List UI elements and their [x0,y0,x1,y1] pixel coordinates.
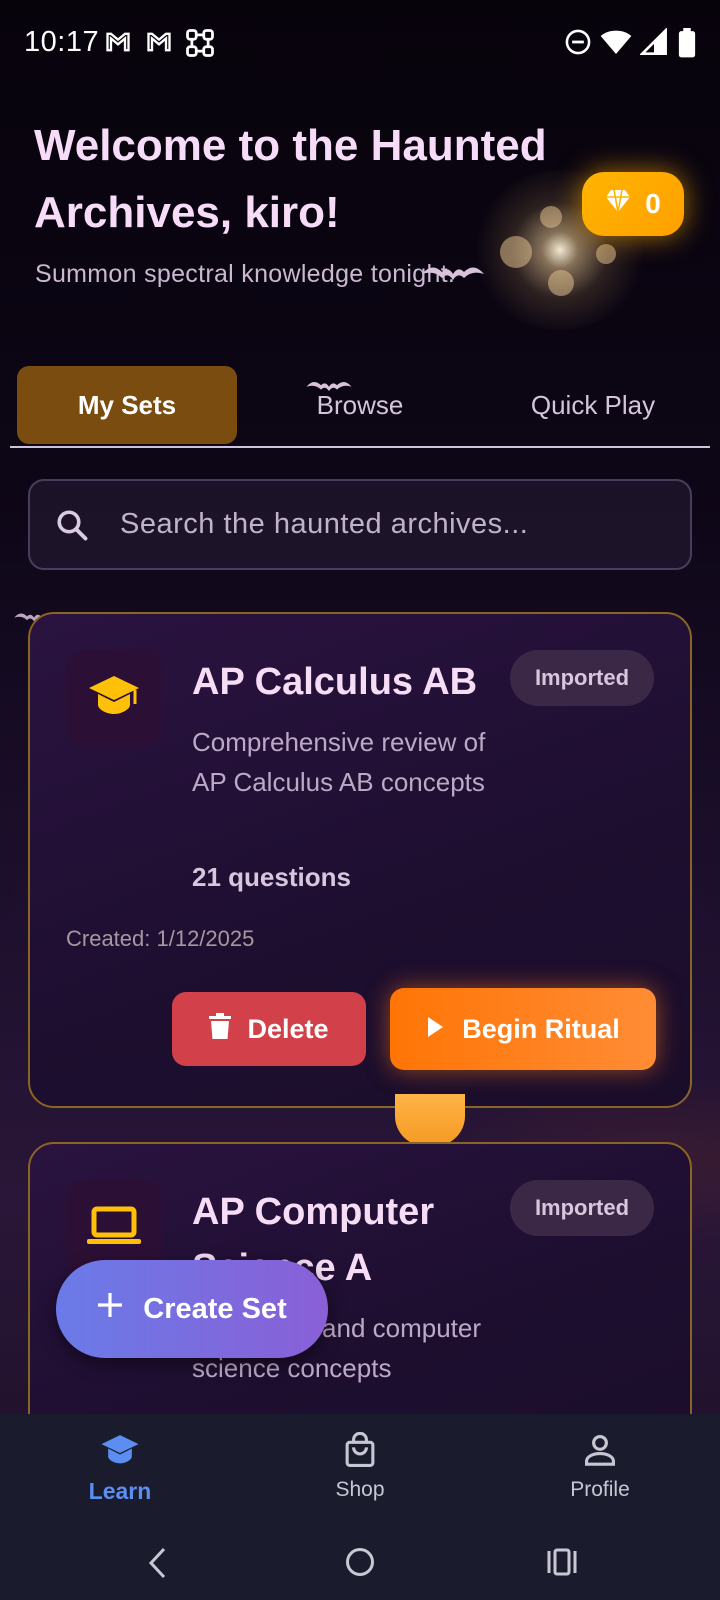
tab-my-sets[interactable]: My Sets [17,366,237,444]
status-time: 10:17 [24,26,100,58]
trash-icon [209,1012,232,1046]
back-icon[interactable] [146,1546,170,1585]
nav-shop-label: Shop [335,1478,385,1501]
school-icon [60,1428,180,1472]
study-set-card[interactable]: AP Calculus AB Imported Comprehensive re… [28,612,692,1108]
bat-icon [306,378,352,399]
delete-label: Delete [247,1013,329,1044]
welcome-subtitle: Summon spectral knowledge tonight. [35,260,456,288]
orb-decoration [548,270,574,296]
create-set-button[interactable]: Create Set [56,1260,328,1358]
home-icon[interactable] [344,1546,376,1583]
battery-icon [678,28,696,63]
gmail-icon [104,28,132,61]
wifi-icon [600,28,632,61]
do-not-disturb-icon [564,28,592,61]
nav-learn-label: Learn [88,1478,152,1504]
search-input[interactable] [120,508,680,541]
play-icon [426,1014,444,1045]
system-navigation-bar [0,1526,720,1600]
shopping-bag-icon [300,1428,420,1472]
tab-divider [10,446,710,448]
nav-profile[interactable]: Profile [540,1428,660,1502]
created-date: Created: 1/12/2025 [66,926,255,951]
begin-ritual-button[interactable]: Begin Ritual [390,988,656,1070]
imported-badge: Imported [510,650,654,706]
recents-icon[interactable] [546,1546,578,1583]
delete-button[interactable]: Delete [172,992,366,1066]
candle-decoration [395,1094,465,1146]
imported-badge: Imported [510,1180,654,1236]
question-count: 21 questions [192,862,351,892]
gmail-icon [145,28,173,61]
orb-decoration [500,236,532,268]
bat-icon [422,262,484,289]
laptop-icon [85,1206,143,1251]
set-title: AP Calculus AB [192,661,478,703]
tab-bar: My Sets Browse Quick Play [0,366,720,446]
nav-profile-label: Profile [570,1478,630,1501]
app-screen: 10:17 Welcome to the Haunted Archives, k… [0,0,720,1600]
nav-shop[interactable]: Shop [300,1428,420,1502]
search-icon [54,507,90,543]
nav-learn[interactable]: Learn [60,1428,180,1505]
graduation-cap-icon [87,674,141,723]
begin-ritual-label: Begin Ritual [462,1013,620,1044]
gem-icon [605,188,631,220]
person-icon [540,1428,660,1472]
orb-decoration [540,206,562,228]
gem-count: 0 [645,188,661,219]
tab-browse[interactable]: Browse [250,366,470,444]
gem-balance-badge[interactable]: 0 [582,172,684,236]
status-bar: 10:17 [0,0,720,88]
tab-quick-play[interactable]: Quick Play [483,366,703,444]
search-bar[interactable] [28,479,692,570]
set-description: Comprehensive review of AP Calculus AB c… [192,727,486,797]
signal-icon [639,27,668,61]
app-grid-icon [185,28,215,63]
bottom-navigation: Learn Shop Profile [0,1414,720,1526]
set-icon-box [66,650,162,746]
plus-icon [97,1292,123,1326]
create-set-label: Create Set [143,1292,287,1325]
orb-decoration [596,244,616,264]
